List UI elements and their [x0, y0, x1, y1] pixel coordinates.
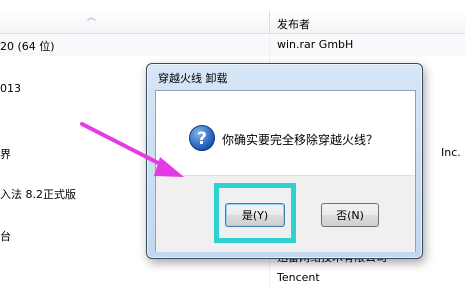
- row-publisher: win.rar GmbH: [277, 38, 354, 51]
- dialog-title: 穿越火线 卸载: [158, 72, 228, 85]
- row-name[interactable]: 界: [0, 146, 11, 162]
- table-row[interactable]: [0, 34, 465, 56]
- column-header-publisher[interactable]: 发布者: [277, 16, 310, 32]
- question-icon: ?: [189, 125, 215, 151]
- uninstall-dialog: 穿越火线 卸载 ? 你确实要完全移除穿越火线？ 是(Y) 否(N): [146, 63, 423, 259]
- row-name[interactable]: 台: [0, 228, 11, 244]
- row-name[interactable]: 入法 8.2正式版: [0, 186, 76, 202]
- row-name[interactable]: 20 (64 位): [0, 38, 55, 54]
- row-publisher: Inc.: [441, 146, 461, 159]
- dialog-body: ? 你确实要完全移除穿越火线？ 是(Y) 否(N): [155, 90, 416, 252]
- dialog-message: 你确实要完全移除穿越火线？: [222, 133, 379, 147]
- sort-arrow-icon[interactable]: ︿: [87, 14, 96, 23]
- row-name[interactable]: 013: [0, 82, 21, 95]
- list-header: ︿ 发布者: [0, 11, 465, 34]
- highlight-box: [214, 183, 296, 243]
- row-publisher: Tencent: [277, 271, 320, 284]
- no-button[interactable]: 否(N): [321, 203, 379, 227]
- column-divider[interactable]: [269, 11, 270, 33]
